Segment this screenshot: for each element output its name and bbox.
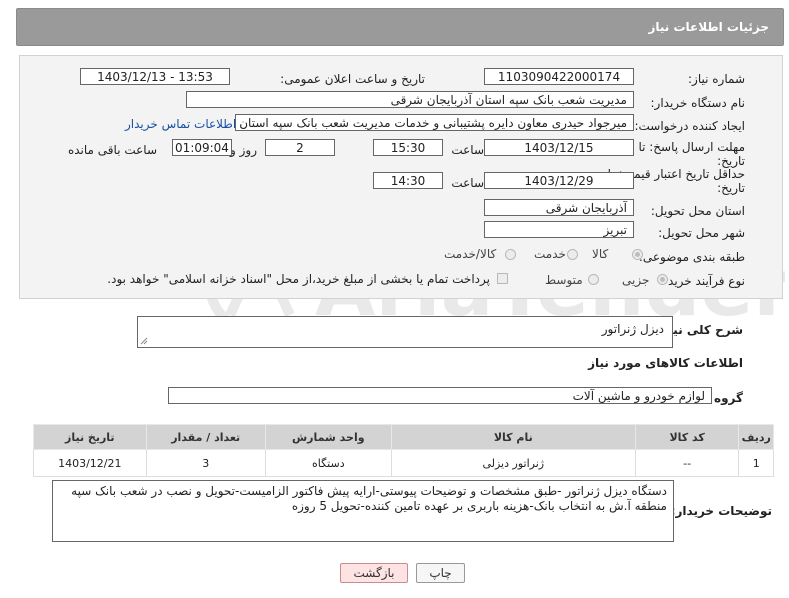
city-label: شهر محل تحویل: xyxy=(658,226,745,240)
category-option-service: خدمت xyxy=(534,247,566,261)
buyer-notes-label: توضیحات خریدار: xyxy=(670,504,772,518)
category-option-goods: کالا xyxy=(592,247,609,261)
cell-unit: دستگاه xyxy=(264,449,392,477)
page-header: جزئیات اطلاعات نیاز xyxy=(16,8,784,46)
remaining-time-label: ساعت باقی مانده xyxy=(67,143,157,157)
category-radio-service[interactable] xyxy=(567,249,578,260)
need-number-field: 1103090422000174 xyxy=(484,68,634,85)
cell-need-date: 1403/12/21 xyxy=(33,449,147,477)
print-button[interactable]: چاپ xyxy=(416,563,465,583)
process-option-minor: جزیی xyxy=(622,273,650,287)
goods-table: ردیف کد کالا نام کالا واحد شمارش تعداد /… xyxy=(33,424,774,477)
reply-time-label: ساعت xyxy=(451,143,484,157)
province-label: استان محل تحویل: xyxy=(650,204,745,218)
goods-group-field: لوازم خودرو و ماشین آلات xyxy=(168,387,712,404)
announce-datetime-label: تاریخ و ساعت اعلان عمومی: xyxy=(280,72,425,86)
cell-item-name: ژنراتور دیزلی xyxy=(390,449,636,477)
remaining-time-field: 01:09:04 xyxy=(172,139,232,156)
validity-time-label: ساعت xyxy=(451,176,484,190)
days-label: روز و xyxy=(230,143,257,157)
buyer-org-field: مدیریت شعب بانک سپه استان آذربایجان شرقی xyxy=(186,91,634,108)
table-row[interactable]: 1 -- ژنراتور دیزلی دستگاه 3 1403/12/21 xyxy=(33,449,774,477)
city-field: تبریز xyxy=(484,221,634,238)
reply-time-field: 15:30 xyxy=(373,139,443,156)
process-radio-minor[interactable] xyxy=(657,274,668,285)
summary-textarea: دیزل ژنراتور xyxy=(137,316,673,348)
requester-field: میرجواد حیدری معاون دایره پشتیبانی و خدم… xyxy=(235,114,634,131)
cell-quantity: 3 xyxy=(145,449,266,477)
process-label: نوع فرآیند خرید : xyxy=(660,274,745,288)
requester-label: ایجاد کننده درخواست: xyxy=(634,119,745,133)
buyer-contact-link[interactable]: اطلاعات تماس خریدار xyxy=(125,117,236,131)
reply-date-field: 1403/12/15 xyxy=(484,139,634,156)
reply-deadline-label-date: تاریخ: xyxy=(717,154,745,168)
validity-date-field: 1403/12/29 xyxy=(484,172,634,189)
category-radio-goods[interactable] xyxy=(632,249,643,260)
column-header-row-number: ردیف xyxy=(738,424,774,450)
cell-row-number: 1 xyxy=(738,449,774,477)
column-header-item-code: کد کالا xyxy=(634,424,740,450)
page-title: جزئیات اطلاعات نیاز xyxy=(648,20,769,34)
cell-item-code: -- xyxy=(634,449,740,477)
buyer-org-label: نام دستگاه خریدار: xyxy=(650,96,746,110)
column-header-quantity: تعداد / مقدار xyxy=(145,424,266,450)
announce-datetime-field: 1403/12/13 - 13:53 xyxy=(80,68,230,85)
reply-deadline-label: مهلت ارسال پاسخ: تا xyxy=(638,140,745,154)
category-option-goods-service: کالا/خدمت xyxy=(444,247,497,261)
province-field: آذربایجان شرقی xyxy=(484,199,634,216)
validity-time-field: 14:30 xyxy=(373,172,443,189)
need-number-label: شماره نیاز: xyxy=(688,72,745,86)
process-radio-medium[interactable] xyxy=(588,274,599,285)
days-remaining-field: 2 xyxy=(265,139,335,156)
buyer-notes-text: دستگاه دیزل ژنراتور -طبق مشخصات و توضیحا… xyxy=(71,484,667,513)
resize-grip-icon xyxy=(140,337,148,345)
table-header-row: ردیف کد کالا نام کالا واحد شمارش تعداد /… xyxy=(33,424,774,450)
buyer-notes-textarea: دستگاه دیزل ژنراتور -طبق مشخصات و توضیحا… xyxy=(52,480,674,542)
category-label: طبقه بندی موضوعی: xyxy=(638,250,745,264)
treasury-payment-checkbox[interactable] xyxy=(497,273,508,284)
column-header-item-name: نام کالا xyxy=(390,424,636,450)
column-header-unit: واحد شمارش xyxy=(264,424,392,450)
category-radio-goods-service[interactable] xyxy=(505,249,516,260)
validity-label-date: تاریخ: xyxy=(717,181,745,195)
process-option-medium: متوسط xyxy=(545,273,583,287)
back-button[interactable]: بازگشت xyxy=(340,563,408,583)
goods-info-title: اطلاعات کالاهای مورد نیاز xyxy=(588,356,743,370)
treasury-payment-note: پرداخت تمام یا بخشی از مبلغ خرید،از محل … xyxy=(107,272,490,286)
column-header-need-date: تاریخ نیاز xyxy=(33,424,147,450)
summary-text: دیزل ژنراتور xyxy=(601,322,664,336)
